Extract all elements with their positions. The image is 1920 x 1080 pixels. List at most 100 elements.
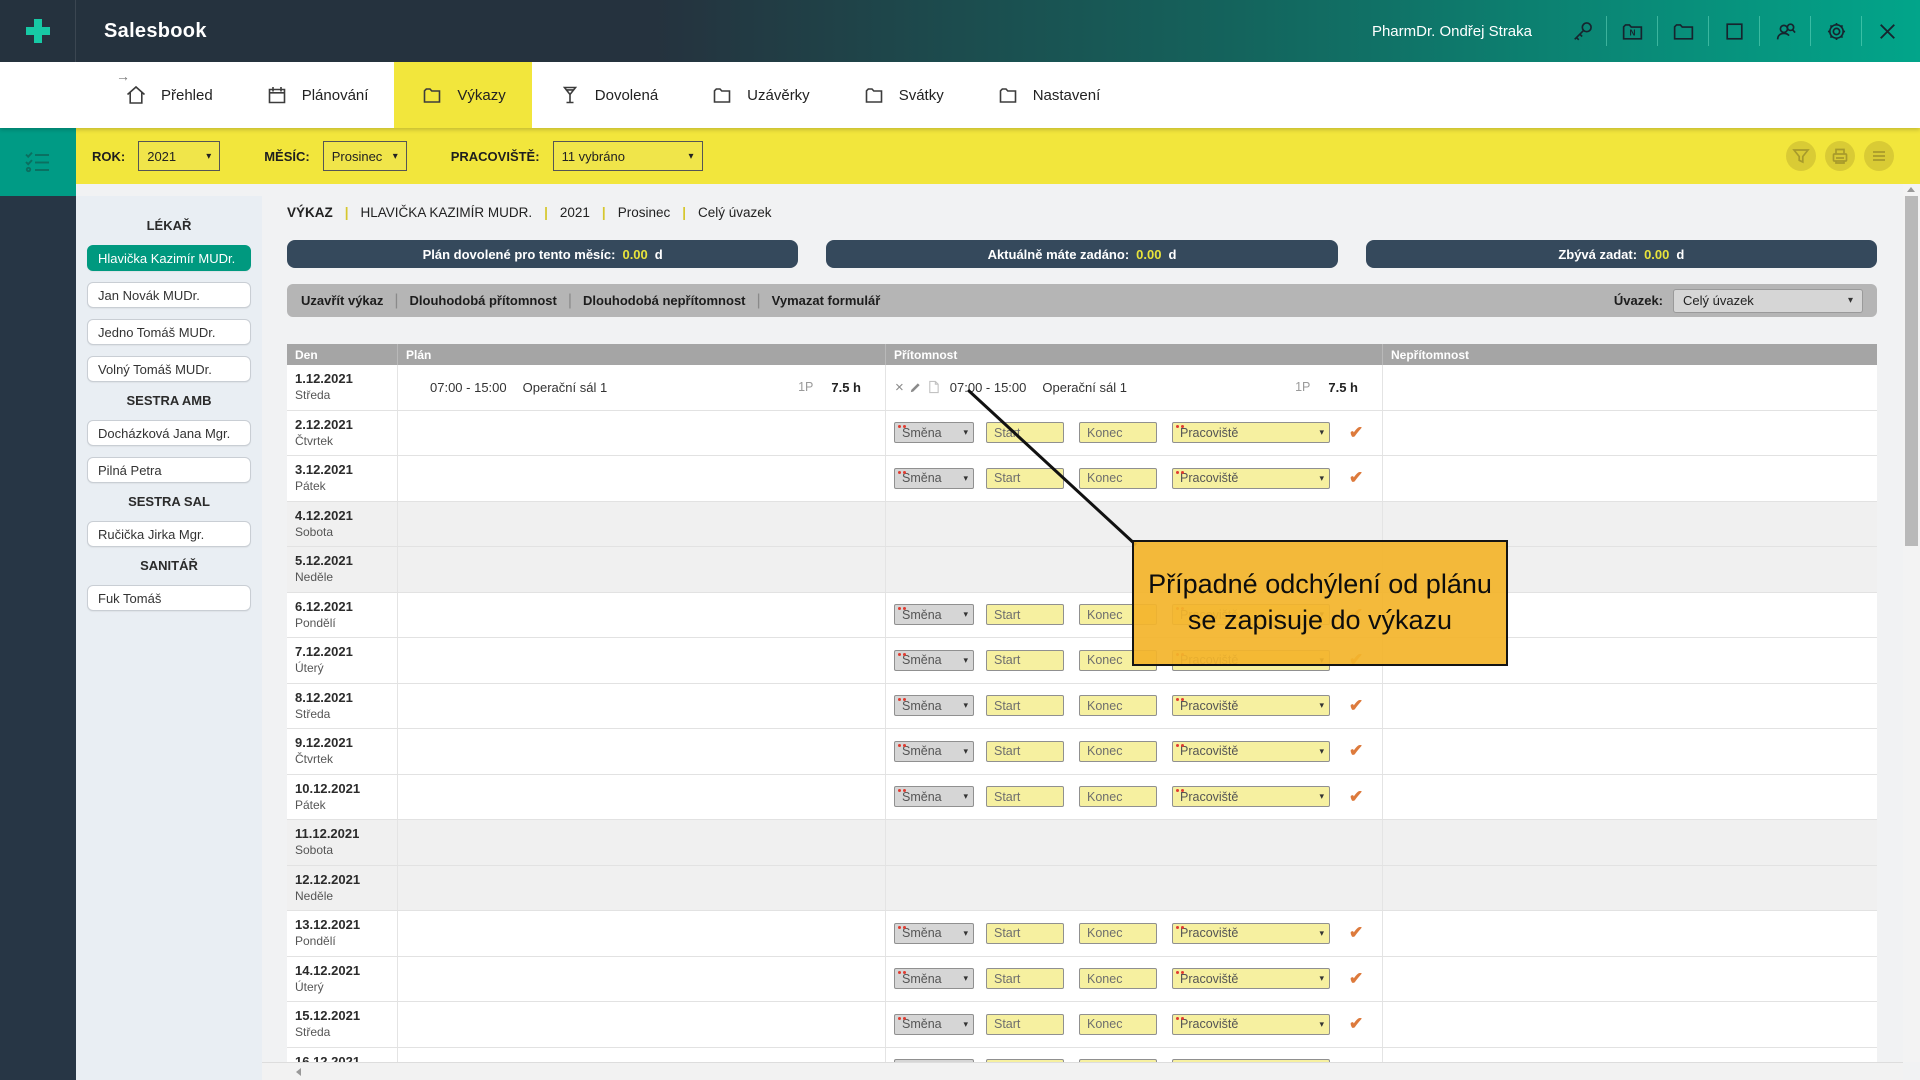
workplace-select[interactable]: Pracoviště▾ (1172, 741, 1330, 762)
app-logo (0, 0, 76, 62)
row-date: 11.12.2021 (295, 826, 397, 841)
shift-select[interactable]: Směna▾ (894, 741, 974, 762)
scroll-left-icon[interactable] (296, 1068, 301, 1076)
gear-icon[interactable] (1811, 0, 1861, 62)
chevron-down-icon: ▾ (1319, 746, 1324, 757)
action-link[interactable]: Vymazat formulář (772, 293, 881, 308)
start-input[interactable] (986, 923, 1064, 944)
start-input[interactable] (986, 468, 1064, 489)
start-input[interactable] (986, 1014, 1064, 1035)
svg-text:N: N (1629, 27, 1635, 37)
shift-select[interactable]: Směna▾ (894, 968, 974, 989)
table-row: 12.12.2021 Neděle (287, 866, 1877, 912)
end-input[interactable] (1079, 741, 1157, 762)
action-link[interactable]: Dlouhodobá přítomnost (410, 293, 557, 308)
sidebar-item-staff[interactable]: Jan Novák MUDr. (87, 282, 251, 308)
shift-select[interactable]: Směna▾ (894, 695, 974, 716)
start-input[interactable] (986, 422, 1064, 443)
action-link[interactable]: Dlouhodobá nepřítomnost (583, 293, 745, 308)
tab-dovolená[interactable]: Dovolená (532, 62, 684, 128)
filter-button[interactable] (1786, 141, 1816, 171)
confirm-check-icon[interactable]: ✔ (1349, 969, 1363, 989)
confirm-check-icon[interactable]: ✔ (1349, 787, 1363, 807)
workplace-select[interactable]: Pracoviště▾ (1172, 1014, 1330, 1035)
year-select[interactable]: 2021▾ (138, 141, 220, 171)
end-input[interactable] (1079, 923, 1157, 944)
plan-cell (398, 411, 886, 456)
workplace-select[interactable]: 11 vybráno▾ (553, 141, 703, 171)
folder-n-icon[interactable]: N (1607, 0, 1657, 62)
workplace-select[interactable]: Pracoviště▾ (1172, 786, 1330, 807)
shift-select[interactable]: Směna▾ (894, 422, 974, 443)
start-input[interactable] (986, 650, 1064, 671)
start-input[interactable] (986, 968, 1064, 989)
end-input[interactable] (1079, 468, 1157, 489)
shift-select[interactable]: Směna▾ (894, 650, 974, 671)
row-day: Středa (295, 388, 397, 402)
checklist-rail[interactable] (0, 128, 76, 196)
start-input[interactable] (986, 695, 1064, 716)
confirm-check-icon[interactable]: ✔ (1349, 1014, 1363, 1034)
sidebar-item-staff[interactable]: Hlavička Kazimír MUDr. (87, 245, 251, 271)
edit-pencil-icon[interactable] (909, 381, 922, 394)
window-icon[interactable] (1709, 0, 1759, 62)
shift-select[interactable]: Směna▾ (894, 604, 974, 625)
tab-svátky[interactable]: Svátky (836, 62, 970, 128)
row-date: 2.12.2021 (295, 417, 397, 432)
shift-select[interactable]: Směna▾ (894, 1014, 974, 1035)
end-input[interactable] (1079, 786, 1157, 807)
confirm-check-icon[interactable]: ✔ (1349, 468, 1363, 488)
action-link[interactable]: Uzavřít výkaz (301, 293, 383, 308)
user-search-icon[interactable] (1760, 0, 1810, 62)
tab-plánování[interactable]: Plánování (239, 62, 395, 128)
workplace-select[interactable]: Pracoviště▾ (1172, 422, 1330, 443)
vertical-scrollbar-thumb[interactable] (1905, 196, 1918, 546)
confirm-check-icon[interactable]: ✔ (1349, 741, 1363, 761)
sidebar-item-staff[interactable]: Pilná Petra (87, 457, 251, 483)
tab-nastavení[interactable]: Nastavení (970, 62, 1127, 128)
scroll-up-icon[interactable] (1907, 187, 1915, 192)
key-icon[interactable] (1556, 0, 1606, 62)
confirm-check-icon[interactable]: ✔ (1349, 696, 1363, 716)
sidebar-item-staff[interactable]: Jedno Tomáš MUDr. (87, 319, 251, 345)
row-day: Pátek (295, 479, 397, 493)
tab-přehled[interactable]: Přehled (98, 62, 239, 128)
tab-výkazy[interactable]: Výkazy (394, 62, 531, 128)
row-day: Čtvrtek (295, 434, 397, 448)
start-input[interactable] (986, 786, 1064, 807)
workplace-select[interactable]: Pracoviště▾ (1172, 695, 1330, 716)
workplace-select[interactable]: Pracoviště▾ (1172, 968, 1330, 989)
tab-uzávěrky[interactable]: Uzávěrky (684, 62, 836, 128)
table-body: 1.12.2021 Středa 07:00 - 15:00 Operační … (287, 365, 1877, 1062)
end-input[interactable] (1079, 695, 1157, 716)
print-button[interactable] (1825, 141, 1855, 171)
vertical-scrollbar[interactable] (1903, 184, 1920, 1062)
horizontal-scrollbar[interactable] (262, 1062, 1903, 1080)
end-input[interactable] (1079, 968, 1157, 989)
workplace-label: PRACOVIŠTĚ: (451, 149, 540, 164)
sidebar-item-staff[interactable]: Docházková Jana Mgr. (87, 420, 251, 446)
shift-select[interactable]: Směna▾ (894, 786, 974, 807)
sidebar-item-staff[interactable]: Ručička Jirka Mgr. (87, 521, 251, 547)
start-input[interactable] (986, 604, 1064, 625)
shift-select[interactable]: Směna▾ (894, 468, 974, 489)
sidebar-item-staff[interactable]: Fuk Tomáš (87, 585, 251, 611)
menu-button[interactable] (1864, 141, 1894, 171)
confirm-check-icon[interactable]: ✔ (1349, 423, 1363, 443)
folder-icon (996, 83, 1020, 107)
end-input[interactable] (1079, 1014, 1157, 1035)
sidebar-item-staff[interactable]: Volný Tomáš MUDr. (87, 356, 251, 382)
close-icon[interactable] (1862, 0, 1912, 62)
month-select[interactable]: Prosinec▾ (323, 141, 407, 171)
confirm-check-icon[interactable]: ✔ (1349, 923, 1363, 943)
row-day: Pátek (295, 798, 397, 812)
workplace-select[interactable]: Pracoviště▾ (1172, 468, 1330, 489)
shift-select[interactable]: Směna▾ (894, 923, 974, 944)
start-input[interactable] (986, 741, 1064, 762)
document-icon[interactable] (927, 380, 940, 394)
workplace-select[interactable]: Pracoviště▾ (1172, 923, 1330, 944)
delete-icon[interactable]: × (895, 380, 904, 395)
folder-icon[interactable] (1658, 0, 1708, 62)
end-input[interactable] (1079, 422, 1157, 443)
contract-select[interactable]: Celý úvazek ▾ (1673, 289, 1863, 313)
